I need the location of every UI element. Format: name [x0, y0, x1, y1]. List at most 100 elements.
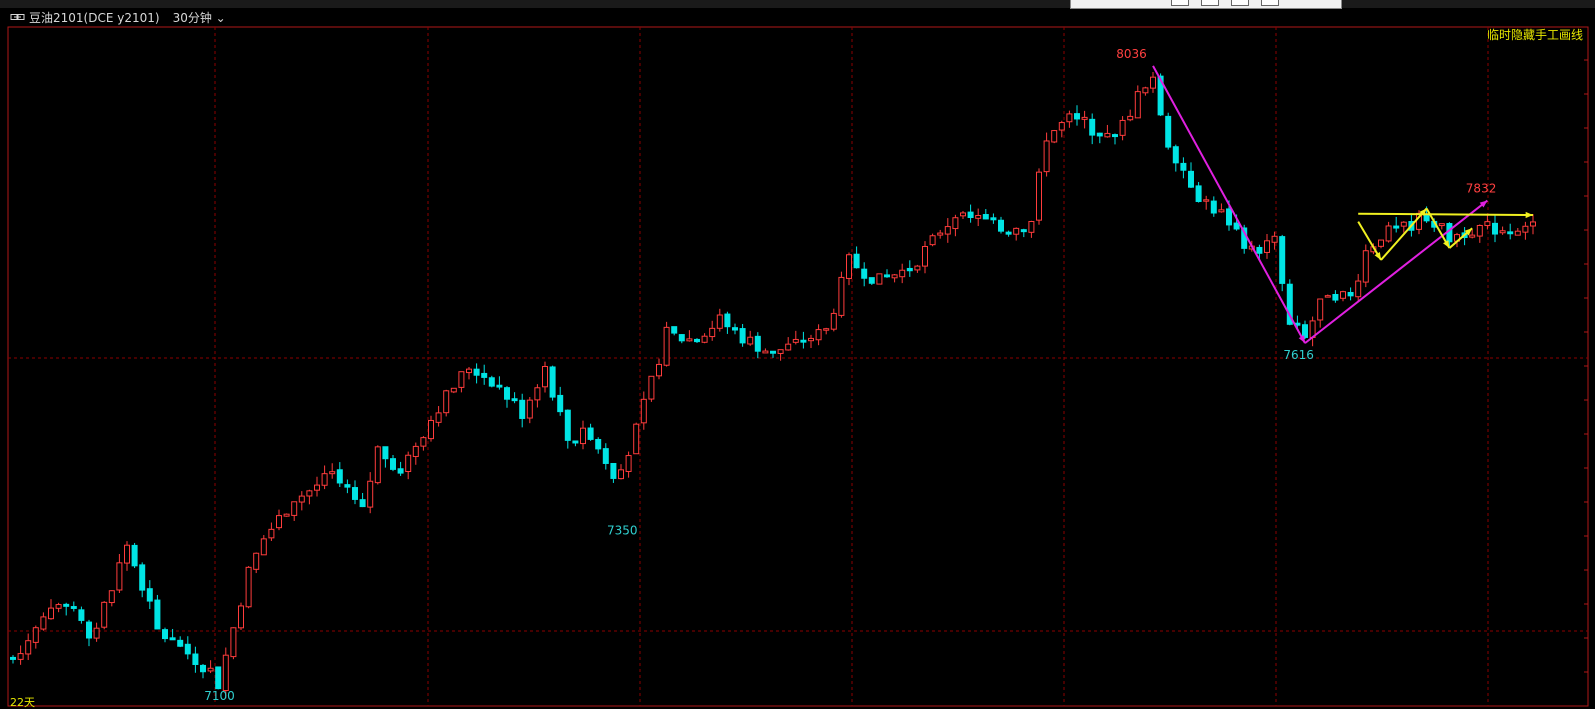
candle-up	[222, 654, 229, 692]
candle-up	[709, 327, 716, 338]
candle-down	[192, 653, 199, 665]
instrument-label: 豆油2101(DCE y2101)	[29, 10, 160, 25]
candle-down	[595, 438, 602, 450]
candle-up	[124, 544, 130, 564]
candle-up	[405, 454, 412, 472]
candle-up	[283, 513, 290, 517]
candle-up	[1036, 171, 1042, 221]
candle-up	[1378, 239, 1384, 247]
candle-up	[846, 254, 852, 279]
candle-up	[808, 337, 814, 342]
candle-up	[443, 390, 450, 414]
candle-up	[1530, 221, 1536, 227]
candle-up	[435, 412, 442, 423]
candle-up	[618, 469, 624, 480]
candle-up	[17, 653, 24, 660]
candle-down	[496, 384, 503, 388]
price-label: 7616	[1283, 348, 1314, 362]
candle-down	[10, 656, 16, 660]
candle-down	[336, 469, 343, 484]
chevron-down-icon: ⌄	[215, 10, 226, 25]
candle-down	[1195, 185, 1202, 203]
candle-up	[1119, 119, 1126, 136]
candle-up	[1264, 240, 1270, 253]
candle-up	[1340, 291, 1346, 299]
candle-down	[511, 398, 518, 402]
candle-down	[154, 599, 161, 630]
candle-up	[245, 566, 252, 608]
candle-up	[207, 667, 214, 672]
chart-header: 豆油2101(DCE y2101) 30分钟 ⌄	[10, 9, 226, 25]
candle-up	[1043, 140, 1050, 173]
candle-up	[374, 446, 381, 484]
candle-down	[868, 277, 875, 284]
candle-down	[184, 643, 191, 655]
candle-down	[1074, 113, 1080, 120]
arrow-head	[1525, 211, 1533, 219]
candle-down	[967, 211, 974, 218]
candle-down	[1180, 162, 1187, 171]
candle-up	[1104, 132, 1111, 138]
candle-down	[1112, 134, 1118, 138]
candle-down	[1279, 236, 1286, 284]
candle-up	[1066, 113, 1073, 123]
candle-up	[922, 246, 928, 267]
candle-up	[268, 528, 275, 539]
candle-up	[1013, 227, 1020, 235]
candle-up	[367, 480, 374, 508]
candle-up	[420, 437, 427, 447]
period-selector[interactable]: 30分钟 ⌄	[173, 9, 226, 26]
candle-up	[648, 375, 655, 400]
candle-down	[602, 448, 609, 464]
candle-down	[610, 462, 617, 479]
candle-up	[40, 616, 47, 630]
candle-down	[390, 458, 396, 470]
candle-down	[86, 621, 92, 639]
candle-down	[1256, 246, 1263, 254]
candle-up	[777, 349, 784, 354]
candle-down	[998, 219, 1004, 232]
candle-down	[557, 394, 564, 413]
candle-up	[1127, 115, 1134, 121]
candle-down	[1172, 146, 1179, 164]
candle-down	[473, 368, 480, 376]
candle-up	[1134, 91, 1141, 119]
candle-up	[1400, 221, 1407, 227]
candle-up	[633, 423, 640, 455]
candle-down	[549, 366, 556, 398]
candle-up	[1469, 234, 1476, 238]
candle-down	[481, 372, 488, 378]
candle-down	[1089, 118, 1096, 136]
candle-down	[519, 399, 526, 419]
candle-down	[344, 484, 351, 488]
candle-up	[929, 235, 936, 246]
hide-drawings-label[interactable]: 临时隐藏手工画线	[1487, 28, 1583, 42]
candle-down	[1492, 222, 1498, 235]
candle-down	[1302, 324, 1308, 338]
candle-up	[253, 552, 260, 570]
candle-down	[63, 603, 70, 607]
candle-up	[838, 276, 845, 316]
candlestick-chart[interactable]: 8036 7100 7350 7616 7832 临时隐藏手工画线 22天	[0, 0, 1595, 709]
candle-up	[823, 328, 830, 331]
candle-up	[1438, 223, 1445, 227]
days-count-label: 22天	[10, 696, 35, 709]
candle-up	[25, 640, 32, 655]
candle-down	[139, 564, 146, 591]
candle-down	[397, 468, 404, 474]
candle-down	[70, 606, 77, 609]
candle-down	[678, 334, 685, 342]
candle-up	[663, 326, 670, 366]
candle-up	[298, 495, 305, 503]
link-icon[interactable]	[10, 12, 26, 22]
candle-down	[1423, 214, 1430, 222]
candle-down	[754, 335, 761, 352]
candle-down	[162, 629, 168, 640]
candle-up	[1522, 225, 1529, 233]
candle-down	[1165, 115, 1172, 148]
candle-up	[1484, 221, 1491, 227]
candle-down	[1020, 229, 1027, 233]
candle-down	[724, 313, 731, 328]
candle-up	[1324, 295, 1331, 298]
candle-down	[694, 338, 700, 343]
